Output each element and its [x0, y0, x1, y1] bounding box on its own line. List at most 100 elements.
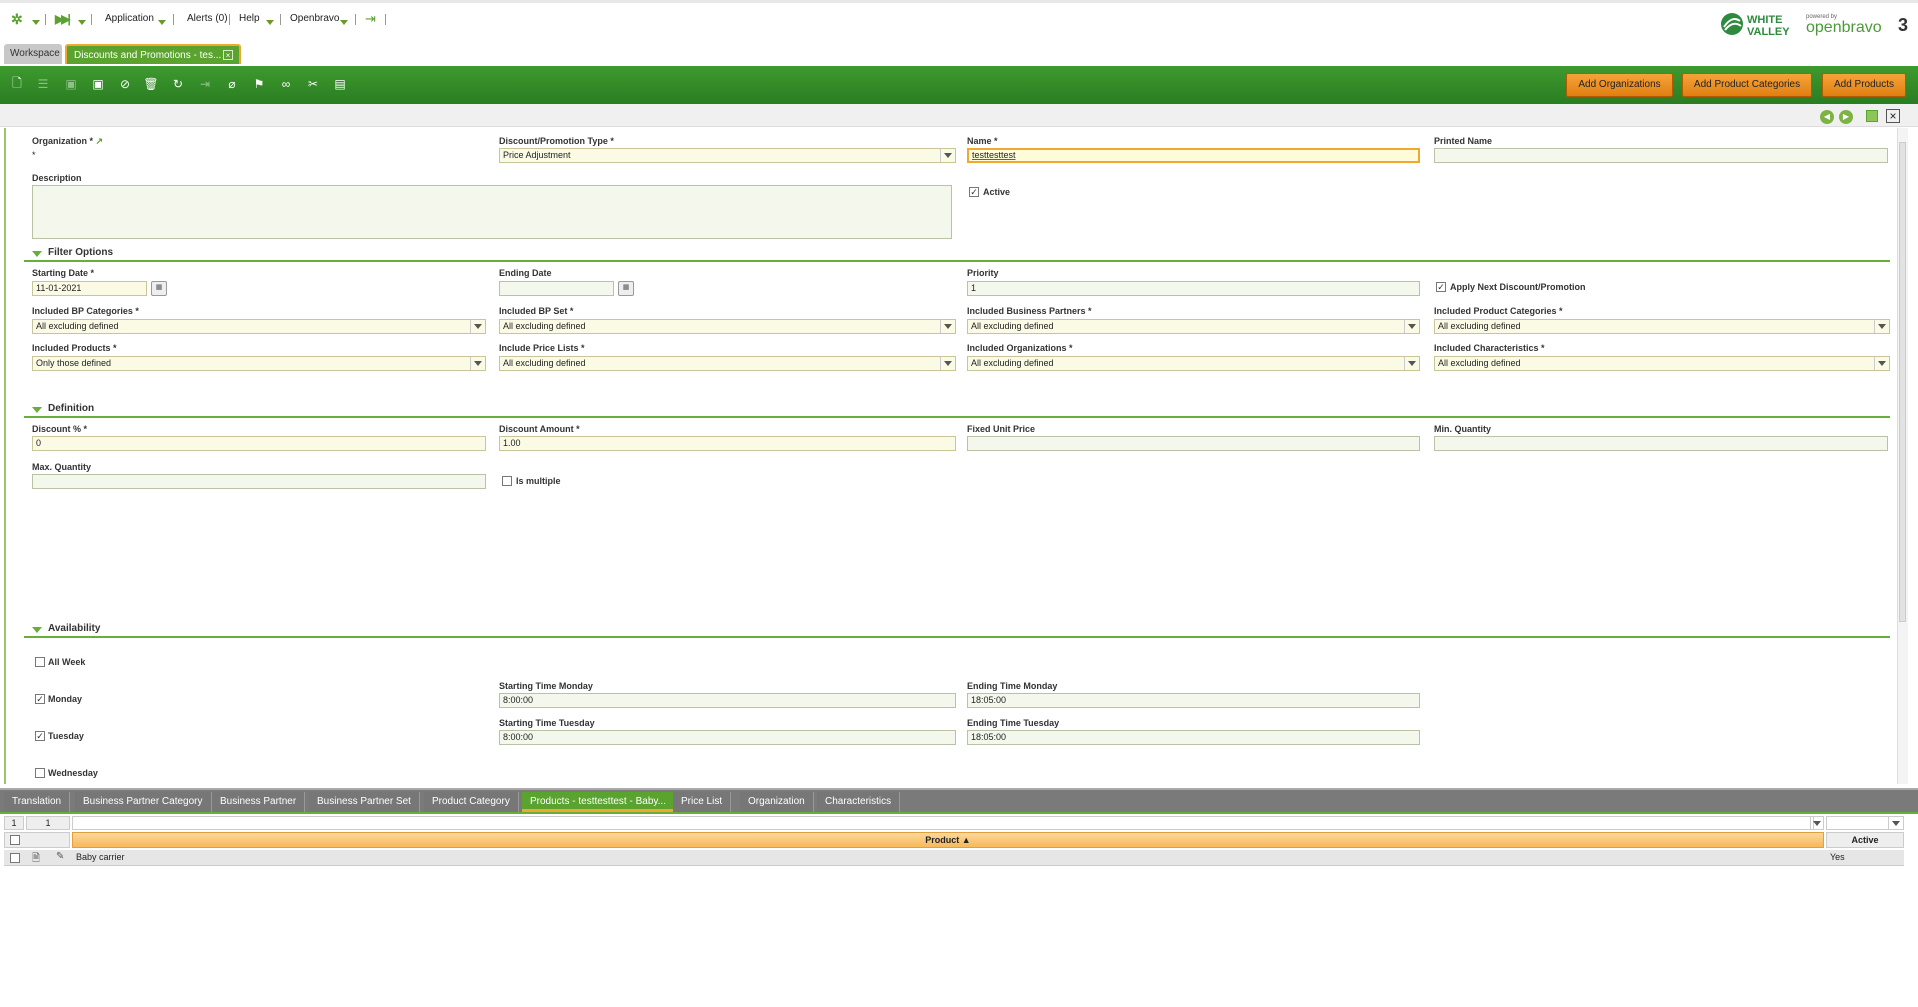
maximize-icon[interactable]	[1866, 110, 1878, 122]
subtab-products[interactable]: Products - testtesttest - Baby...	[522, 792, 675, 812]
description-textarea[interactable]	[32, 185, 952, 239]
close-tab-icon[interactable]: ×	[223, 50, 233, 60]
alerts-link[interactable]: Alerts (0)	[187, 13, 228, 24]
form-scrollbar[interactable]	[1897, 128, 1908, 784]
organizations-select[interactable]: All excluding defined	[967, 356, 1420, 371]
active-checkbox[interactable]: ✓	[969, 187, 979, 197]
table-row[interactable]: 🗎 ✎ Baby carrier Yes	[4, 850, 1904, 866]
edit-pencil-icon[interactable]: ✎	[56, 851, 64, 862]
name-field[interactable]: testtesttest	[967, 148, 1420, 163]
products-select[interactable]: Only those defined	[32, 356, 486, 371]
application-menu-dropdown-icon[interactable]	[158, 17, 166, 28]
undo-icon[interactable]: ⊘	[116, 75, 134, 93]
subtab-price-list[interactable]: Price List	[673, 792, 732, 812]
wednesday-checkbox[interactable]	[35, 768, 45, 778]
user-profile-menu[interactable]: Openbravo	[290, 13, 339, 24]
user-profile-dropdown-icon[interactable]	[340, 17, 348, 28]
subtab-product-category[interactable]: Product Category	[424, 792, 519, 812]
refresh-icon[interactable]: ↻	[169, 75, 187, 93]
characteristics-select[interactable]: All excluding defined	[1434, 356, 1890, 371]
subtab-business-partner-category[interactable]: Business Partner Category	[75, 792, 212, 812]
save-icon[interactable]: ▣	[62, 75, 80, 93]
recent-views-icon[interactable]: ▶▶|	[55, 12, 71, 26]
recent-views-dropdown-icon[interactable]	[78, 17, 86, 28]
main-toolbar: 🗋 ☰ ▣ ▣ ⊘ 🗑 ↻ ⇥ ⌀ ⚑ ∞ ✂ ▤ Add Organizati…	[0, 66, 1918, 104]
active-column-header[interactable]: Active	[1826, 832, 1904, 848]
business-partners-select[interactable]: All excluding defined	[967, 319, 1420, 334]
subtab-business-partner[interactable]: Business Partner	[212, 792, 306, 812]
chevron-down-icon	[1404, 357, 1419, 370]
logout-icon[interactable]: ⇥	[365, 11, 376, 27]
close-form-icon[interactable]: ×	[1886, 109, 1900, 123]
subtab-organization[interactable]: Organization	[740, 792, 814, 812]
calendar-icon[interactable]: ▦	[151, 281, 167, 296]
tab-discounts-and-promotions[interactable]: Discounts and Promotions - tes... ×	[65, 44, 241, 64]
availability-section-header[interactable]: Availability	[24, 623, 1890, 638]
add-products-button[interactable]: Add Products	[1822, 73, 1906, 97]
quick-launch-dropdown-icon[interactable]	[32, 17, 40, 28]
subtab-business-partner-set[interactable]: Business Partner Set	[309, 792, 420, 812]
application-menu[interactable]: Application	[105, 13, 154, 24]
promotion-type-select[interactable]: Price Adjustment	[499, 148, 956, 163]
filter-options-section-header[interactable]: Filter Options	[24, 247, 1890, 262]
fixed-unit-price-field[interactable]	[967, 436, 1420, 451]
discount-amount-field[interactable]: 1.00	[499, 436, 956, 451]
new-document-icon[interactable]: 🗋	[8, 75, 26, 93]
tab-workspace[interactable]: Workspace	[4, 44, 62, 64]
product-filter-input[interactable]	[72, 816, 1814, 830]
definition-section-header[interactable]: Definition	[24, 403, 1890, 418]
apply-next-checkbox[interactable]: ✓	[1436, 282, 1446, 292]
select-all-checkbox[interactable]	[10, 835, 20, 845]
grid-toggle-icon[interactable]: ▤	[331, 75, 349, 93]
price-lists-select[interactable]: All excluding defined	[499, 356, 956, 371]
monday-checkbox[interactable]: ✓	[35, 694, 45, 704]
next-record-icon[interactable]: ▶	[1839, 110, 1853, 124]
starting-date-field[interactable]: 11-01-2021	[32, 281, 147, 296]
add-organizations-button[interactable]: Add Organizations	[1566, 73, 1673, 97]
collapse-triangle-icon	[32, 627, 42, 633]
add-product-categories-button[interactable]: Add Product Categories	[1682, 73, 1812, 97]
scrollbar-thumb[interactable]	[1899, 142, 1906, 622]
min-quantity-label: Min. Quantity	[1434, 424, 1491, 434]
row-select-checkbox[interactable]	[10, 853, 20, 863]
active-cell: Yes	[1830, 852, 1845, 862]
product-filter-dropdown-icon[interactable]	[1810, 816, 1824, 830]
max-quantity-field[interactable]	[32, 474, 486, 489]
save-close-icon[interactable]: ▣	[89, 75, 107, 93]
subtab-characteristics[interactable]: Characteristics	[817, 792, 901, 812]
start-monday-field[interactable]: 8:00:00	[499, 693, 956, 708]
printed-name-field[interactable]	[1434, 148, 1888, 163]
end-monday-field[interactable]: 18:05:00	[967, 693, 1420, 708]
tools-icon[interactable]: ✂	[304, 75, 322, 93]
audit-trail-icon[interactable]: ⚑	[250, 75, 268, 93]
collapse-triangle-icon	[32, 251, 42, 257]
previous-record-icon[interactable]: ◀	[1820, 110, 1834, 124]
product-categories-select[interactable]: All excluding defined	[1434, 319, 1890, 334]
quick-launch-icon[interactable]: ✲	[11, 11, 23, 28]
active-filter-dropdown-icon[interactable]	[1888, 816, 1904, 830]
link-icon[interactable]: ∞	[277, 75, 295, 93]
bp-categories-select[interactable]: All excluding defined	[32, 319, 486, 334]
bp-set-select[interactable]: All excluding defined	[499, 319, 956, 334]
end-tuesday-field[interactable]: 18:05:00	[967, 730, 1420, 745]
help-dropdown-icon[interactable]	[266, 17, 274, 28]
product-column-header[interactable]: Product ▲	[72, 832, 1824, 848]
discount-pct-field[interactable]: 0	[32, 436, 486, 451]
is-multiple-checkbox[interactable]	[502, 476, 512, 486]
attachment-icon[interactable]: ⌀	[223, 75, 241, 93]
start-tuesday-field[interactable]: 8:00:00	[499, 730, 956, 745]
help-menu[interactable]: Help	[239, 13, 260, 24]
subtab-translation[interactable]: Translation	[4, 792, 71, 812]
tuesday-checkbox[interactable]: ✓	[35, 731, 45, 741]
bp-categories-label: Included BP Categories *	[32, 306, 139, 316]
priority-field[interactable]: 1	[967, 281, 1420, 296]
all-week-checkbox[interactable]	[35, 657, 45, 667]
ending-date-field[interactable]	[499, 281, 614, 296]
new-row-icon[interactable]: ☰	[34, 75, 52, 93]
min-quantity-field[interactable]	[1434, 436, 1888, 451]
form-view-icon[interactable]: 🗎	[32, 851, 40, 868]
calendar-icon[interactable]: ▦	[618, 281, 634, 296]
collapse-triangle-icon	[32, 407, 42, 413]
export-icon[interactable]: ⇥	[196, 75, 214, 93]
delete-icon[interactable]: 🗑	[142, 75, 160, 93]
